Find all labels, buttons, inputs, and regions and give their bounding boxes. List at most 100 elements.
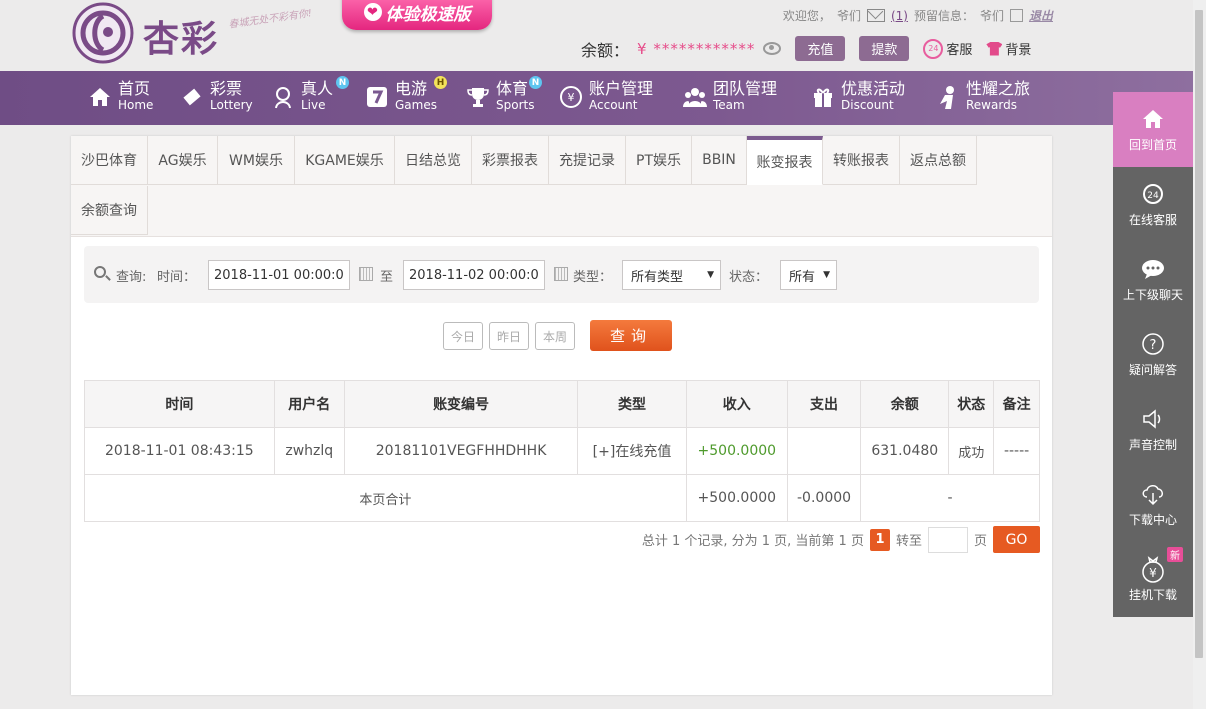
svg-text:?: ? bbox=[1150, 338, 1157, 353]
col-balance: 余额 bbox=[860, 380, 950, 428]
query-label: 查询: bbox=[116, 270, 147, 285]
status-label: 状态： bbox=[729, 270, 769, 285]
chevron-down-icon: ▼ bbox=[707, 270, 714, 280]
nav-sports-badge: N bbox=[529, 76, 542, 89]
logo-text[interactable]: 杏彩 bbox=[143, 10, 219, 62]
status-select[interactable]: 所有 ▼ bbox=[780, 260, 837, 290]
background-link[interactable]: 背景 bbox=[986, 39, 1031, 58]
nav-discount-zh: 优惠活动 bbox=[841, 79, 906, 98]
cell-time: 2018-11-01 08:43:15 bbox=[84, 427, 275, 475]
tab-deposit-withdraw[interactable]: 充提记录 bbox=[549, 136, 626, 185]
nav-team-en: Team bbox=[713, 98, 745, 112]
tab-saba-sports[interactable]: 沙巴体育 bbox=[71, 136, 148, 185]
rail-online-service[interactable]: 24 在线客服 bbox=[1113, 167, 1193, 242]
tab-pt[interactable]: PT娱乐 bbox=[626, 136, 692, 185]
logout-link[interactable]: 退出 bbox=[1029, 7, 1053, 24]
tab-balance-query[interactable]: 余额查询 bbox=[71, 186, 148, 235]
nav-games-zh: 电游 bbox=[395, 79, 428, 98]
logo-icon[interactable] bbox=[72, 2, 134, 64]
tab-account-change[interactable]: 账变报表 bbox=[747, 136, 823, 185]
rail-download-center[interactable]: 下载中心 bbox=[1113, 467, 1193, 542]
nav-home[interactable]: 首页 Home bbox=[88, 81, 153, 113]
nav-live-badge: N bbox=[336, 76, 349, 89]
home-icon bbox=[1140, 106, 1166, 132]
notice-value: 爷们 bbox=[979, 9, 1004, 23]
nav-home-zh: 首页 bbox=[118, 79, 151, 98]
rail-label: 挂机下载 bbox=[1128, 588, 1177, 602]
mail-count-link[interactable]: (1) bbox=[891, 9, 908, 23]
cell-status: 成功 bbox=[948, 427, 995, 475]
rail-bot-download[interactable]: 新 ¥ 挂机下载 bbox=[1113, 542, 1193, 617]
nav-games-en: Games bbox=[395, 98, 437, 112]
content-panel: 沙巴体育 AG娱乐 WM娱乐 KGAME娱乐 日结总览 彩票报表 充提记录 PT… bbox=[71, 136, 1052, 695]
nav-games-badge: H bbox=[434, 76, 447, 89]
withdraw-button[interactable]: 提款 bbox=[859, 36, 910, 61]
col-income: 收入 bbox=[685, 380, 788, 428]
tab-lottery-report[interactable]: 彩票报表 bbox=[472, 136, 549, 185]
type-select[interactable]: 所有类型 ▼ bbox=[622, 260, 721, 290]
today-button[interactable]: 今日 bbox=[443, 322, 483, 350]
this-week-button[interactable]: 本周 bbox=[535, 322, 575, 350]
mail-icon[interactable] bbox=[866, 9, 885, 22]
rail-sound-control[interactable]: 声音控制 bbox=[1113, 392, 1193, 467]
cell-type: [+]在线充值 bbox=[577, 427, 687, 475]
svg-text:24: 24 bbox=[1147, 191, 1159, 201]
col-type: 类型 bbox=[577, 380, 687, 428]
nav-rewards[interactable]: 性耀之旅 Rewards bbox=[936, 81, 1030, 113]
account-change-table: 时间 用户名 账变编号 类型 收入 支出 余额 状态 备注 2018-11-01… bbox=[84, 380, 1040, 522]
scrollbar-thumb[interactable] bbox=[1195, 10, 1203, 658]
total-income: +500.0000 bbox=[685, 474, 788, 522]
cloud-download-icon bbox=[1140, 481, 1166, 507]
rail-faq[interactable]: ? 疑问解答 bbox=[1113, 317, 1193, 392]
nav-home-en: Home bbox=[118, 98, 154, 112]
support-24-icon: 24 bbox=[1140, 181, 1166, 207]
speed-version-button[interactable]: ❤ 体验极速版 bbox=[342, 0, 492, 30]
start-time-input[interactable] bbox=[208, 260, 350, 290]
cell-remark: ----- bbox=[993, 427, 1040, 475]
type-select-value: 所有类型 bbox=[631, 269, 684, 285]
tab-rebate-total[interactable]: 返点总额 bbox=[900, 136, 977, 185]
tab-bbin[interactable]: BBIN bbox=[692, 136, 747, 185]
tab-ag[interactable]: AG娱乐 bbox=[148, 136, 218, 185]
nav-games[interactable]: 电游 Games H bbox=[365, 76, 447, 113]
nav-account[interactable]: ¥ 账户管理 Account bbox=[559, 81, 653, 113]
tab-wm[interactable]: WM娱乐 bbox=[218, 136, 295, 185]
calendar-icon[interactable] bbox=[359, 267, 373, 281]
end-time-input[interactable] bbox=[403, 260, 545, 290]
nav-discount[interactable]: 优惠活动 Discount bbox=[811, 81, 905, 113]
cell-balance: 631.0480 bbox=[860, 427, 950, 475]
nav-live[interactable]: 真人 Live N bbox=[271, 76, 349, 113]
vertical-scrollbar[interactable] bbox=[1193, 0, 1206, 709]
new-badge: 新 bbox=[1167, 547, 1183, 562]
deposit-button[interactable]: 充值 bbox=[795, 36, 846, 61]
promo-label: 体验极速版 bbox=[385, 4, 471, 25]
rail-chat[interactable]: 上下级聊天 bbox=[1113, 242, 1193, 317]
nav-lottery[interactable]: 彩票 Lottery bbox=[180, 81, 253, 113]
live-icon bbox=[271, 85, 295, 109]
cell-change-id: 20181101VEGFHHDHHK bbox=[343, 427, 579, 475]
table-total-row: 本页合计 +500.0000 -0.0000 - bbox=[84, 474, 1040, 522]
customer-service-link[interactable]: 24 客服 bbox=[923, 38, 972, 59]
calendar-icon[interactable] bbox=[554, 267, 568, 281]
tab-daily-summary[interactable]: 日结总览 bbox=[395, 136, 472, 185]
page-number-input[interactable] bbox=[927, 526, 968, 553]
go-button[interactable]: GO bbox=[993, 526, 1040, 553]
notice-label: 预留信息： bbox=[913, 9, 974, 23]
nav-sports[interactable]: 体育 Sports N bbox=[466, 76, 542, 113]
welcome-text: 欢迎您， bbox=[782, 9, 831, 23]
yesterday-button[interactable]: 昨日 bbox=[489, 322, 529, 350]
question-icon: ? bbox=[1140, 331, 1166, 357]
top-links: 欢迎您， 爷们 (1) 预留信息： 爷们 退出 bbox=[783, 7, 1053, 24]
nav-lottery-en: Lottery bbox=[210, 98, 253, 112]
tab-kgame[interactable]: KGAME娱乐 bbox=[295, 136, 395, 185]
current-page[interactable]: 1 bbox=[869, 528, 890, 551]
edit-icon[interactable] bbox=[1009, 9, 1023, 22]
eye-icon[interactable] bbox=[763, 42, 782, 55]
total-balance: - bbox=[860, 474, 1040, 522]
nav-team[interactable]: 团队管理 Team bbox=[683, 81, 777, 113]
query-button[interactable]: 查询 bbox=[590, 320, 672, 351]
col-change-id: 账变编号 bbox=[343, 380, 579, 428]
account-icon: ¥ bbox=[559, 85, 583, 109]
rail-back-home[interactable]: 回到首页 bbox=[1113, 92, 1193, 167]
tab-transfer-report[interactable]: 转账报表 bbox=[823, 136, 900, 185]
